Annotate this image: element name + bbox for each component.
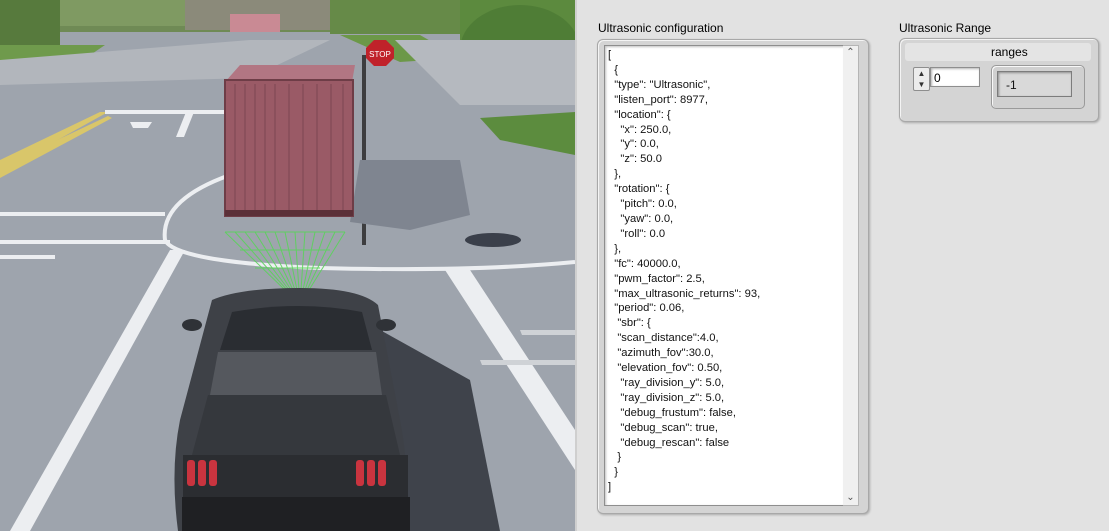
config-json-text[interactable]: [ { "type": "Ultrasonic", "listen_port":… [605, 46, 844, 503]
decrement-icon[interactable]: ▼ [914, 79, 929, 90]
panel-divider [575, 0, 577, 531]
scene-render: STOP [0, 0, 575, 531]
index-stepper[interactable]: ▲ ▼ [913, 67, 930, 91]
range-title: Ultrasonic Range [899, 21, 992, 35]
config-title: Ultrasonic configuration [598, 21, 724, 35]
simulation-viewport: STOP [0, 0, 575, 531]
ranges-label: ranges [991, 45, 1028, 59]
increment-icon[interactable]: ▲ [914, 68, 929, 79]
config-json-textarea[interactable]: [ { "type": "Ultrasonic", "listen_port":… [604, 45, 845, 506]
array-index-input[interactable]: 0 [930, 67, 980, 87]
config-scrollbar[interactable]: ⌃ ⌄ [843, 45, 859, 506]
ego-vehicle [174, 288, 410, 531]
range-value-display: -1 [997, 71, 1072, 97]
stop-sign-text: STOP [369, 50, 391, 59]
scroll-up-icon[interactable]: ⌃ [843, 46, 858, 60]
scroll-down-icon[interactable]: ⌄ [843, 491, 858, 505]
